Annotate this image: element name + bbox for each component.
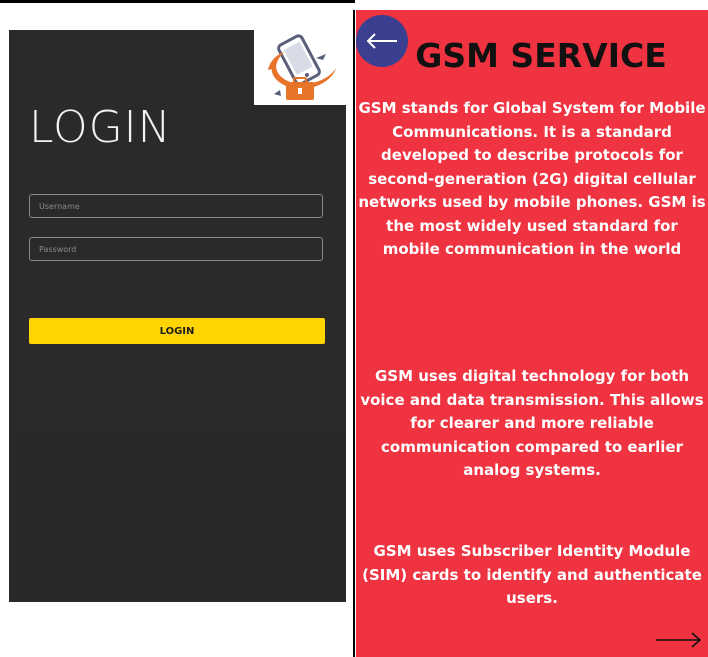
login-footer-area [9,428,346,602]
password-input[interactable] [29,237,323,261]
app-logo [254,30,346,105]
mobile-repair-logo-icon [268,34,336,100]
arrow-right-icon [656,632,702,648]
panel-divider [353,10,355,657]
login-heading: LOGIN [29,102,172,153]
username-input[interactable] [29,194,323,218]
info-paragraph: GSM stands for Global System for Mobile … [358,99,706,258]
next-button[interactable] [652,629,704,651]
info-title: GSM SERVICE [415,36,667,75]
gsm-info-card: GSM SERVICE GSM stands for Global System… [356,10,708,657]
login-screen: LOGIN LOGIN [9,30,346,602]
info-paragraph: GSM uses digital technology for both voi… [360,367,704,479]
top-divider-line [0,0,355,3]
screenshot-canvas: LOGIN LOGIN GSM SERVICE GSM stands for G… [0,0,708,657]
login-button[interactable]: LOGIN [29,318,325,344]
info-paragraph: GSM uses Subscriber Identity Module (SIM… [362,542,702,607]
